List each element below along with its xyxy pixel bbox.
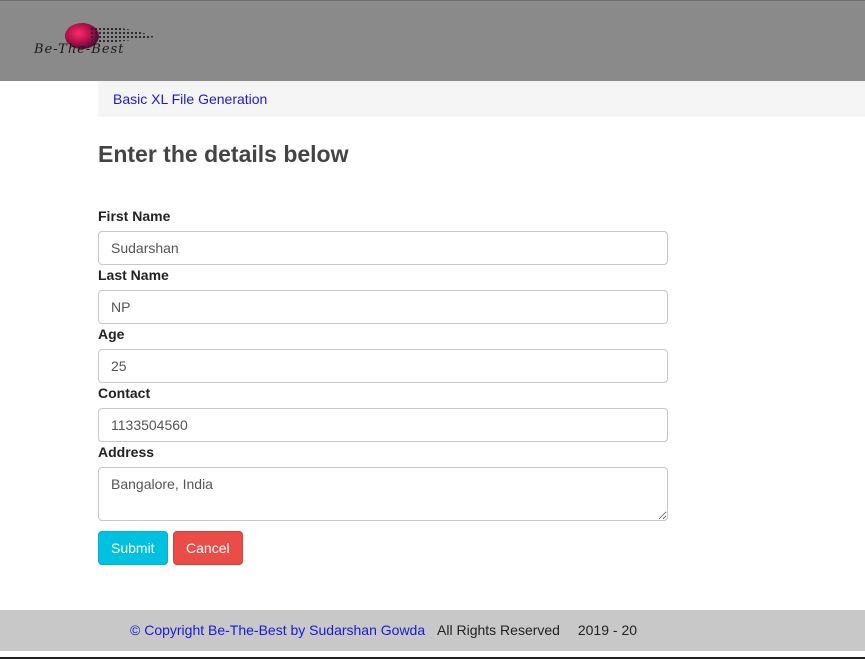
footer: © Copyright Be-The-Best by Sudarshan Gow…	[0, 610, 865, 651]
footer-rights: All Rights Reserved	[437, 622, 560, 638]
breadcrumb-link-basic-xl[interactable]: Basic XL File Generation	[113, 91, 267, 107]
logo-text: Be-The-Best	[34, 42, 125, 57]
first-name-input[interactable]	[98, 231, 668, 265]
header-bar: Be-The-Best	[0, 0, 865, 81]
age-label: Age	[98, 326, 125, 342]
address-label: Address	[98, 444, 155, 460]
form-actions: Submit Cancel	[98, 531, 243, 565]
submit-button[interactable]: Submit	[98, 531, 168, 565]
last-name-label: Last Name	[98, 267, 169, 283]
contact-input[interactable]	[98, 408, 668, 442]
breadcrumb: Basic XL File Generation	[98, 81, 865, 117]
contact-label: Contact	[98, 385, 151, 401]
details-form: First Name Last Name Age Contact Address…	[98, 208, 668, 521]
address-textarea[interactable]: Bangalore, India	[98, 467, 668, 521]
brand-logo[interactable]: Be-The-Best	[30, 19, 195, 61]
last-name-input[interactable]	[98, 290, 668, 324]
footer-text: © Copyright Be-The-Best by Sudarshan Gow…	[130, 622, 637, 638]
footer-copyright-link[interactable]: © Copyright Be-The-Best by Sudarshan Gow…	[130, 622, 425, 638]
page-title: Enter the details below	[98, 141, 349, 167]
footer-year: 2019 - 20	[577, 622, 638, 638]
cancel-button[interactable]: Cancel	[173, 531, 243, 565]
first-name-label: First Name	[98, 208, 171, 224]
age-input[interactable]	[98, 349, 668, 383]
